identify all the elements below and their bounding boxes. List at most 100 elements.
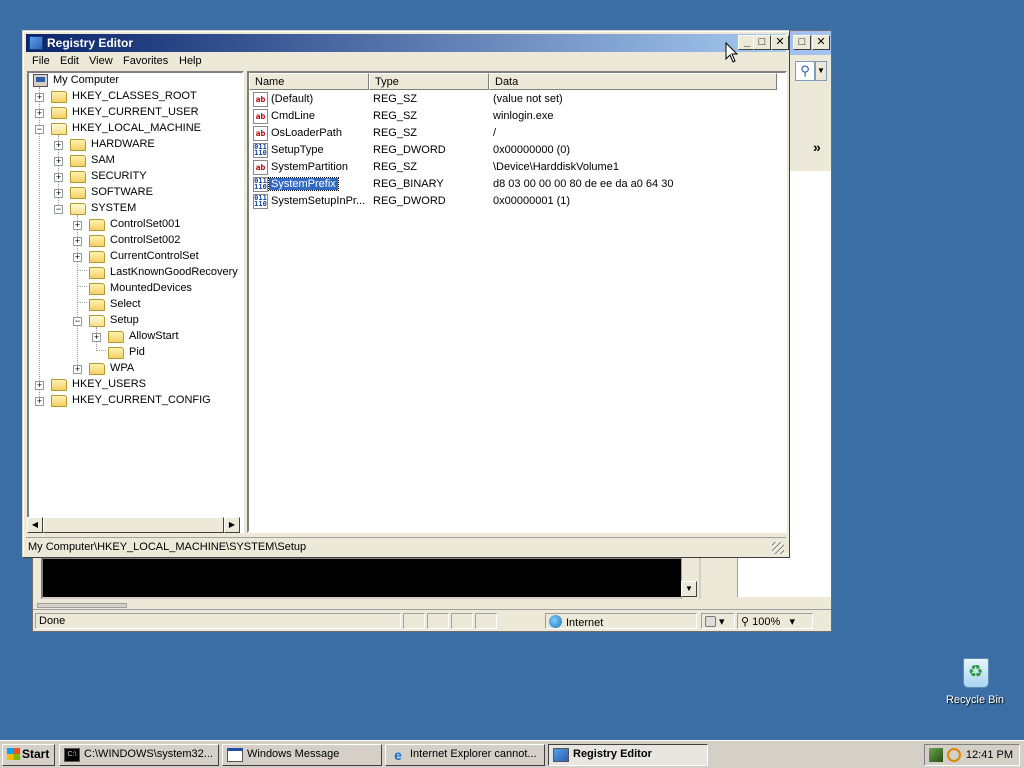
tree-label: HKEY_LOCAL_MACHINE bbox=[72, 122, 201, 134]
tree-guide bbox=[77, 270, 87, 271]
ie-scroll-thumb[interactable] bbox=[37, 603, 127, 608]
value-row-systemprefix[interactable]: 011 110 SystemPrefix REG_BINARY d8 03 00 … bbox=[249, 176, 785, 193]
tree-guide bbox=[77, 302, 87, 303]
expand-icon[interactable]: + bbox=[92, 333, 101, 342]
folder-icon bbox=[51, 395, 67, 407]
window-title: Registry Editor bbox=[47, 36, 134, 50]
binary-value-icon: 011 110 bbox=[253, 177, 268, 192]
folder-icon bbox=[108, 331, 124, 343]
collapse-icon[interactable]: − bbox=[73, 317, 82, 326]
ie-embedded-console bbox=[41, 557, 701, 599]
value-data: d8 03 00 00 00 80 de ee da a0 64 30 bbox=[493, 178, 674, 190]
expand-icon[interactable]: + bbox=[73, 237, 82, 246]
ie-zone: Internet bbox=[545, 613, 697, 629]
expand-icon[interactable]: + bbox=[35, 93, 44, 102]
expand-icon[interactable]: + bbox=[54, 141, 63, 150]
value-data: (value not set) bbox=[493, 93, 563, 105]
value-row-osloaderpath[interactable]: ab OsLoaderPath REG_SZ / bbox=[249, 125, 785, 142]
value-row-cmdline[interactable]: ab CmdLine REG_SZ winlogin.exe bbox=[249, 108, 785, 125]
taskbar-button-windows-message[interactable]: Windows Message bbox=[222, 744, 382, 766]
value-name: CmdLine bbox=[271, 110, 316, 122]
system-tray: 12:41 PM bbox=[924, 744, 1020, 766]
expand-icon[interactable]: + bbox=[35, 397, 44, 406]
value-name: SystemPartition bbox=[271, 161, 349, 173]
value-row-systempartition[interactable]: ab SystemPartition REG_SZ \Device\Harddi… bbox=[249, 159, 785, 176]
ie-zoom-control[interactable]: ⚲ 100% ▾ bbox=[737, 613, 813, 629]
toolbar-chevron-icon[interactable]: » bbox=[813, 139, 821, 155]
menu-view[interactable]: View bbox=[89, 55, 113, 67]
taskbar-button-internet-explorer[interactable]: e Internet Explorer cannot... bbox=[385, 744, 545, 766]
folder-icon bbox=[70, 171, 86, 183]
value-row-default[interactable]: ab (Default) REG_SZ (value not set) bbox=[249, 91, 785, 108]
tree-horizontal-scrollbar[interactable]: ◀ ▶ bbox=[27, 517, 240, 533]
value-name: (Default) bbox=[271, 93, 314, 105]
search-tray-icon[interactable] bbox=[947, 748, 961, 762]
computer-icon bbox=[33, 74, 48, 87]
taskbar-button-registry-editor[interactable]: Registry Editor bbox=[548, 744, 708, 766]
ie-horizontal-scrollbar[interactable] bbox=[39, 601, 739, 609]
collapse-icon[interactable]: − bbox=[35, 125, 44, 134]
window-icon bbox=[227, 748, 243, 762]
registry-tree[interactable]: My Computer + HKEY_CLASSES_ROOT + HKEY_C… bbox=[27, 71, 244, 533]
taskbar-button-label: Windows Message bbox=[247, 748, 340, 760]
tree-label: HKEY_CURRENT_CONFIG bbox=[72, 394, 211, 406]
ie-protected-mode[interactable]: ▾ bbox=[701, 613, 735, 629]
value-name: OsLoaderPath bbox=[271, 127, 342, 139]
menu-favorites[interactable]: Favorites bbox=[123, 55, 168, 67]
menu-help[interactable]: Help bbox=[179, 55, 202, 67]
expand-icon[interactable]: + bbox=[73, 253, 82, 262]
registry-values-list[interactable]: Name Type Data ab (Default) REG_SZ (valu… bbox=[247, 71, 787, 533]
desktop-icon-recycle-bin[interactable]: Recycle Bin bbox=[940, 656, 1010, 714]
folder-icon bbox=[51, 379, 67, 391]
search-icon[interactable]: ⚲ bbox=[795, 61, 815, 81]
expand-icon[interactable]: + bbox=[54, 157, 63, 166]
status-cell bbox=[451, 613, 473, 629]
chevron-down-icon[interactable]: ▼ bbox=[815, 61, 827, 81]
folder-icon bbox=[89, 267, 105, 279]
list-header: Name Type Data bbox=[249, 73, 785, 90]
folder-icon bbox=[89, 299, 105, 311]
status-path: My Computer\HKEY_LOCAL_MACHINE\SYSTEM\Se… bbox=[28, 541, 307, 553]
ie-zoom-label: 100% bbox=[752, 616, 781, 628]
value-row-setuptype[interactable]: 011 110 SetupType REG_DWORD 0x00000000 (0… bbox=[249, 142, 785, 159]
start-button[interactable]: Start bbox=[2, 744, 55, 766]
expand-icon[interactable]: + bbox=[35, 109, 44, 118]
scroll-right-icon[interactable]: ▶ bbox=[224, 517, 240, 533]
value-row-systemsetupinprogress[interactable]: 011 110 SystemSetupInPr... REG_DWORD 0x00… bbox=[249, 193, 785, 210]
folder-icon bbox=[89, 283, 105, 295]
folder-icon bbox=[70, 155, 86, 167]
taskbar-button-label: Internet Explorer cannot... bbox=[410, 748, 537, 760]
column-header-type[interactable]: Type bbox=[369, 73, 489, 90]
expand-icon[interactable]: + bbox=[73, 221, 82, 230]
menu-edit[interactable]: Edit bbox=[60, 55, 79, 67]
close-button[interactable]: ✕ bbox=[771, 35, 789, 50]
collapse-icon[interactable]: − bbox=[54, 205, 63, 214]
scroll-thumb[interactable] bbox=[43, 517, 224, 533]
folder-icon bbox=[89, 363, 105, 375]
column-header-name[interactable]: Name bbox=[249, 73, 369, 90]
column-header-data[interactable]: Data bbox=[489, 73, 777, 90]
resize-grip-icon[interactable] bbox=[772, 542, 784, 554]
taskbar-button-cmd[interactable]: C:\ C:\WINDOWS\system32... bbox=[59, 744, 219, 766]
ie-close-button[interactable]: ✕ bbox=[812, 35, 830, 50]
expand-icon[interactable]: + bbox=[54, 173, 63, 182]
tree-label: AllowStart bbox=[129, 330, 179, 342]
taskbar-button-label: Registry Editor bbox=[573, 748, 652, 760]
regedit-titlebar[interactable]: Registry Editor _ □ ✕ bbox=[26, 34, 789, 52]
network-icon[interactable] bbox=[929, 748, 943, 762]
scroll-down-icon[interactable]: ▼ bbox=[681, 581, 697, 597]
expand-icon[interactable]: + bbox=[35, 381, 44, 390]
tree-label: ControlSet001 bbox=[110, 218, 181, 230]
tree-label: Select bbox=[110, 298, 141, 310]
menu-file[interactable]: File bbox=[32, 55, 50, 67]
tree-label: WPA bbox=[110, 362, 135, 374]
expand-icon[interactable]: + bbox=[73, 365, 82, 374]
scroll-left-icon[interactable]: ◀ bbox=[27, 517, 43, 533]
ie-maximize-button[interactable]: □ bbox=[793, 35, 811, 50]
expand-icon[interactable]: + bbox=[54, 189, 63, 198]
value-name-selected: SystemPrefix bbox=[268, 177, 339, 191]
maximize-button[interactable]: □ bbox=[753, 35, 771, 50]
zoom-icon: ⚲ bbox=[741, 616, 750, 628]
clock[interactable]: 12:41 PM bbox=[966, 749, 1013, 761]
folder-open-icon bbox=[51, 123, 67, 135]
